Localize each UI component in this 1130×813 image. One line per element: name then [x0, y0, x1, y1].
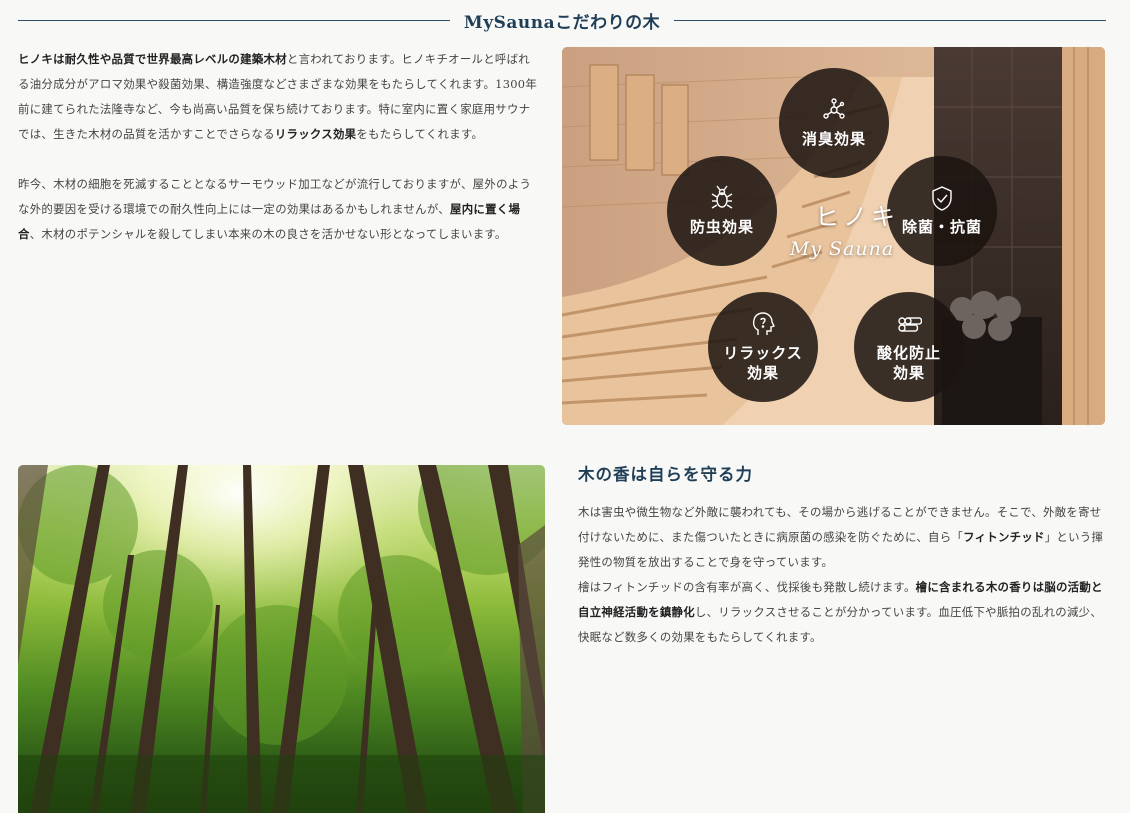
forest-scene — [18, 465, 545, 813]
badge-relax: リラックス 効果 — [708, 292, 818, 402]
aroma-title: 木の香は自らを守る力 — [578, 465, 753, 484]
hinoki-label: ヒノキ — [815, 203, 899, 231]
intro-text: ヒノキは耐久性や品質で世界最高レベルの建築木材と言われております。ヒノキチオール… — [18, 47, 538, 247]
badge-antioxidant-label: 酸化防止 効果 — [876, 344, 941, 382]
aroma-text: 木は害虫や微生物など外敵に襲われても、その場から逃げることができません。そこで、… — [578, 500, 1106, 650]
heading-rule-right — [674, 19, 1107, 21]
badge-deodorize-label: 消臭効果 — [801, 130, 866, 148]
badge-insect-label: 防虫効果 — [689, 218, 754, 236]
brand-logo: My Sauna — [789, 238, 895, 260]
hinoki-logo: ヒノキ My Sauna — [757, 197, 927, 260]
intro-paragraph-2: 昨今、木材の細胞を死滅することとなるサーモウッド加工などが流行しておりますが、屋… — [18, 172, 538, 247]
intro-paragraph-1: ヒノキは耐久性や品質で世界最高レベルの建築木材と言われております。ヒノキチオール… — [18, 47, 538, 147]
badge-relax-label: リラックス 効果 — [723, 344, 803, 382]
section-title: MySaunaこだわりの木 — [463, 12, 661, 33]
badge-deodorize: 消臭効果 — [779, 68, 889, 178]
aroma-paragraph-1: 木は害虫や微生物など外敵に襲われても、その場から逃げることができません。そこで、… — [578, 500, 1106, 575]
emphasis-text: リラックス効果 — [274, 127, 357, 141]
aroma-paragraph-2: 檜はフィトンチッドの含有率が高く、伐採後も発散し続けます。檜に含まれる木の香りは… — [578, 575, 1106, 650]
forest-image — [18, 465, 545, 813]
logs-icon — [898, 317, 922, 332]
badge-antioxidant: 酸化防止 効果 — [854, 292, 964, 402]
body-text: 檜はフィトンチッドの含有率が高く、伐採後も発散し続けます。 — [578, 580, 916, 594]
body-text: 、木材のポテンシャルを殺してしまい本来の木の良さを活かせない形となってしまいます… — [29, 227, 507, 241]
emphasis-text: フィトンチッド — [963, 530, 1045, 544]
section-heading: MySaunaこだわりの木 — [18, 9, 1107, 33]
head-mind-icon — [752, 312, 775, 335]
bug-icon — [711, 185, 733, 209]
emphasis-text: ヒノキは耐久性や品質で世界最高レベルの建築木材 — [18, 52, 287, 66]
molecule-icon — [823, 98, 845, 119]
sauna-interior-image: 消臭効果 防虫効果 除菌・抗菌 リラックス 効果 酸化防止 効果 ヒノキ My … — [562, 47, 1105, 425]
heading-rule-left — [18, 19, 450, 21]
page: MySaunaこだわりの木 ヒノキは耐久性や品質で世界最高レベルの建築木材と言わ… — [0, 0, 1130, 813]
body-text: をもたらしてくれます。 — [356, 127, 484, 141]
shield-check-icon — [932, 186, 952, 211]
